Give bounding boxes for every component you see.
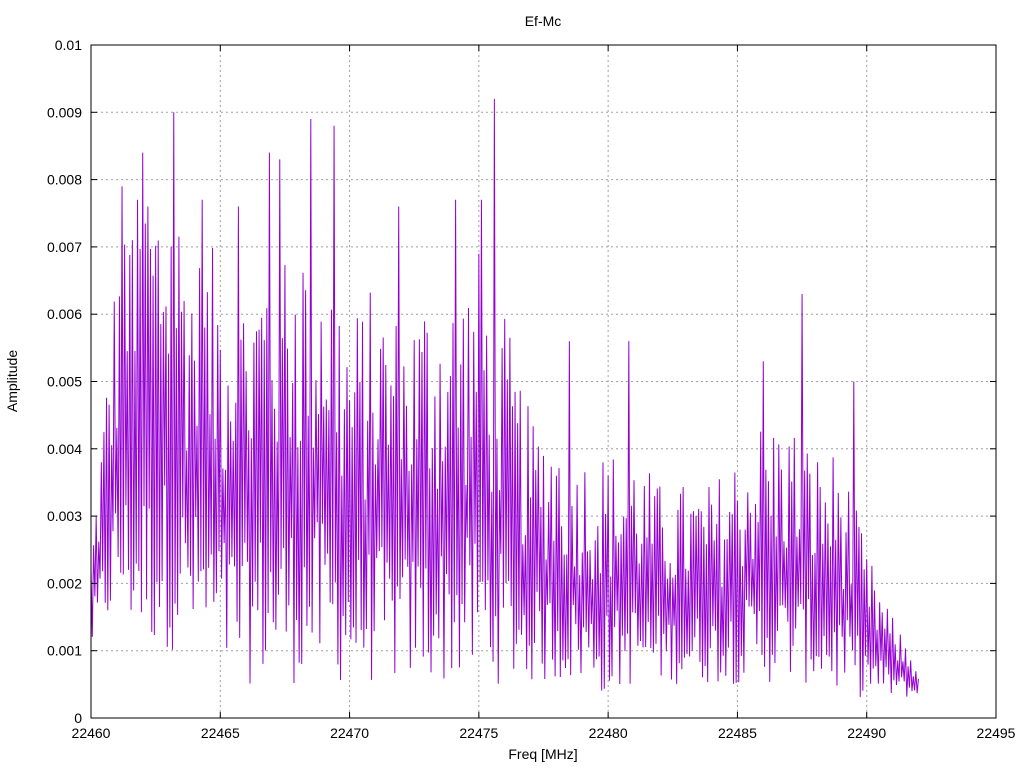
y-tick-labels: 0 0.001 0.002 0.003 0.004 0.005 0.006 0.007 0.00… bbox=[47, 37, 82, 726]
x-tick-label: 22470 bbox=[330, 725, 369, 741]
line-chart: 22460 22465 22470 22475 22480 22485 22490 22495… bbox=[4, 13, 1016, 762]
x-tick-label: 22495 bbox=[977, 725, 1016, 741]
x-tick-label: 22485 bbox=[718, 725, 757, 741]
x-tick-label: 22460 bbox=[72, 725, 111, 741]
y-tick-label: 0 bbox=[74, 710, 82, 726]
y-tick-label: 0.004 bbox=[47, 441, 82, 457]
series-line bbox=[90, 98, 919, 698]
series-layer bbox=[90, 98, 919, 698]
y-tick-label: 0.003 bbox=[47, 508, 82, 524]
y-tick-label: 0.002 bbox=[47, 575, 82, 591]
y-tick-label: 0.007 bbox=[47, 239, 82, 255]
x-tick-label: 22475 bbox=[459, 725, 498, 741]
y-tick-label: 0.01 bbox=[55, 37, 82, 53]
y-tick-label: 0.008 bbox=[47, 172, 82, 188]
x-tick-label: 22465 bbox=[201, 725, 240, 741]
y-tick-label: 0.005 bbox=[47, 374, 82, 390]
chart-container: 22460 22465 22470 22475 22480 22485 22490 22495… bbox=[0, 0, 1024, 768]
y-tick-label: 0.006 bbox=[47, 306, 82, 322]
x-tick-labels: 22460 22465 22470 22475 22480 22485 22490 22495 bbox=[72, 725, 1016, 741]
x-tick-label: 22480 bbox=[589, 725, 628, 741]
x-axis-label: Freq [MHz] bbox=[508, 746, 577, 762]
x-tick-label: 22490 bbox=[847, 725, 886, 741]
y-tick-label: 0.009 bbox=[47, 104, 82, 120]
y-tick-label: 0.001 bbox=[47, 643, 82, 659]
y-axis-label: Amplitude bbox=[4, 350, 20, 412]
chart-title: Ef-Mc bbox=[525, 13, 562, 29]
